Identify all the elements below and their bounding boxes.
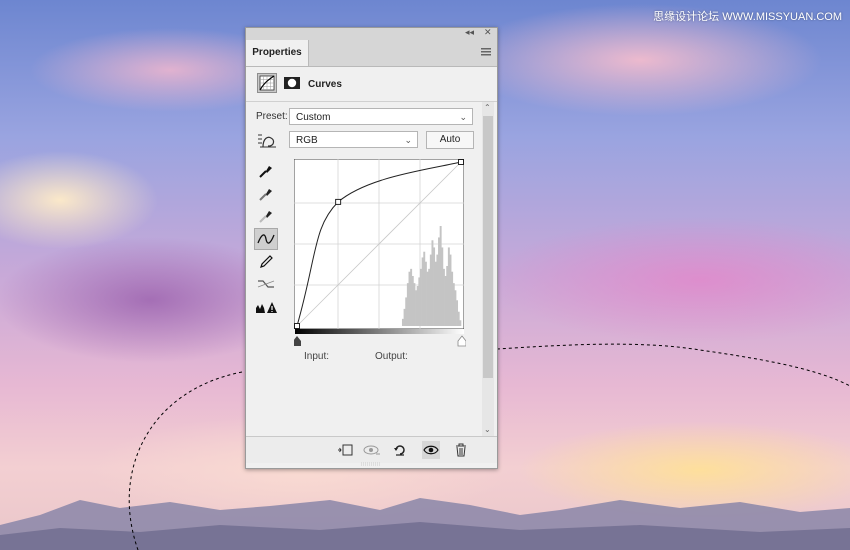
trash-icon[interactable] [452,441,470,459]
mountain-silhouette [0,498,850,550]
curves-adjustment-icon[interactable] [257,73,277,93]
black-point-eyedropper-icon[interactable] [254,160,278,182]
input-label: Input: [304,351,330,362]
panel-footer [246,436,497,463]
gray-point-eyedropper-icon[interactable] [254,183,278,205]
panel-topbar: ◂◂ ✕ [246,27,497,40]
edit-points-curve-icon[interactable] [254,228,278,250]
curve-control-point[interactable] [335,198,342,205]
tab-properties[interactable]: Properties [246,40,309,66]
tab-bar: Properties [246,40,497,67]
channel-value: RGB [296,135,318,146]
preset-select[interactable]: Custom ⌄ [289,108,473,125]
panel-menu-icon[interactable] [481,48,491,56]
scroll-up-icon[interactable]: ⌃ [484,103,491,112]
panel-scrollbar[interactable]: ⌃ ⌄ [482,102,494,436]
layer-mask-icon[interactable] [282,73,302,93]
smooth-curve-icon[interactable] [254,273,278,295]
curve-control-point[interactable] [294,323,300,329]
resize-grip-icon[interactable] [361,462,381,466]
scrollbar-thumb[interactable] [483,116,493,378]
preset-label: Preset: [256,111,288,122]
clip-to-layer-icon[interactable] [336,441,354,459]
curve-control-point[interactable] [458,159,464,165]
pencil-draw-icon[interactable] [254,251,278,273]
curves-graph[interactable] [294,159,464,329]
preset-value: Custom [296,112,331,123]
scroll-down-icon[interactable]: ⌄ [484,425,491,434]
channel-select[interactable]: RGB ⌄ [289,131,418,148]
view-previous-state-icon[interactable] [363,441,381,459]
properties-panel: ◂◂ ✕ Properties Curves Preset: Custom ⌄ … [245,27,498,469]
output-label: Output: [375,351,408,362]
histogram-bar [459,320,462,326]
collapse-icon[interactable]: ◂◂ [465,27,474,38]
chevron-down-icon: ⌄ [459,112,467,122]
auto-button[interactable]: Auto [426,131,474,149]
black-input-slider[interactable] [294,336,301,346]
chevron-down-icon: ⌄ [404,135,412,145]
close-icon[interactable]: ✕ [484,27,492,38]
adjustment-header: Curves [246,67,497,102]
clipping-warning-icon[interactable] [254,296,278,318]
white-point-eyedropper-icon[interactable] [254,205,278,227]
watermark-text: 思缘设计论坛 WWW.MISSYUAN.COM [653,11,842,23]
visibility-eye-icon[interactable] [422,441,440,459]
input-gradient-slider[interactable] [294,329,466,349]
adjustment-title: Curves [308,79,342,90]
white-input-slider[interactable] [457,335,466,347]
reset-icon[interactable] [391,441,409,459]
on-image-adjust-icon[interactable] [256,132,278,150]
